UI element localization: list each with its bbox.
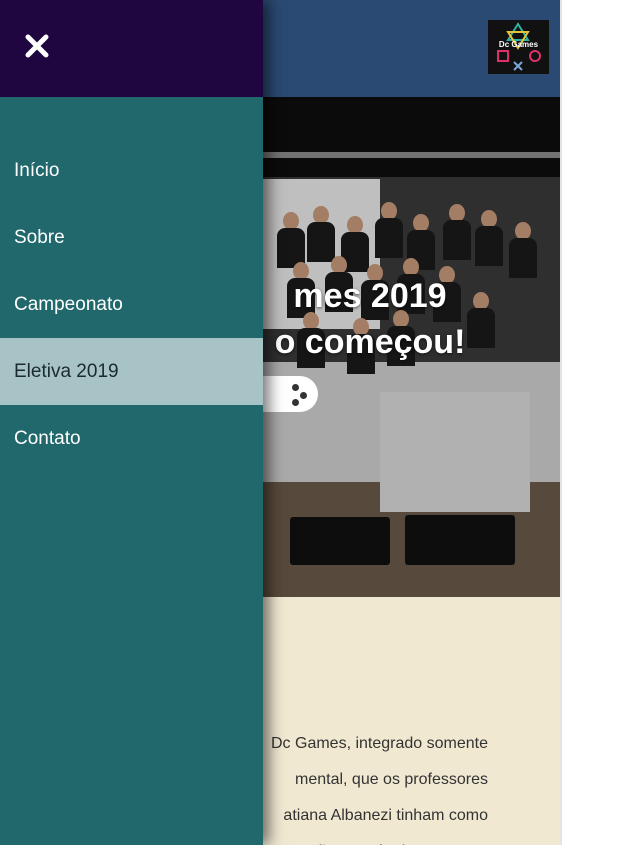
drawer-menu: Início Sobre Campeonato Eletiva 2019 Con…: [0, 137, 263, 472]
nav-item-sobre[interactable]: Sobre: [0, 204, 263, 271]
logo-text: Dc Games: [499, 40, 539, 49]
nav-item-inicio[interactable]: Início: [0, 137, 263, 204]
nav-drawer: Início Sobre Campeonato Eletiva 2019 Con…: [0, 0, 263, 845]
page-edge: [560, 0, 562, 845]
nav-item-eletiva-2019[interactable]: Eletiva 2019: [0, 338, 263, 405]
nav-item-campeonato[interactable]: Campeonato: [0, 271, 263, 338]
site-logo[interactable]: Dc Games: [488, 20, 549, 74]
close-icon[interactable]: [22, 31, 52, 61]
drawer-header: [0, 0, 263, 97]
nav-item-contato[interactable]: Contato: [0, 405, 263, 472]
